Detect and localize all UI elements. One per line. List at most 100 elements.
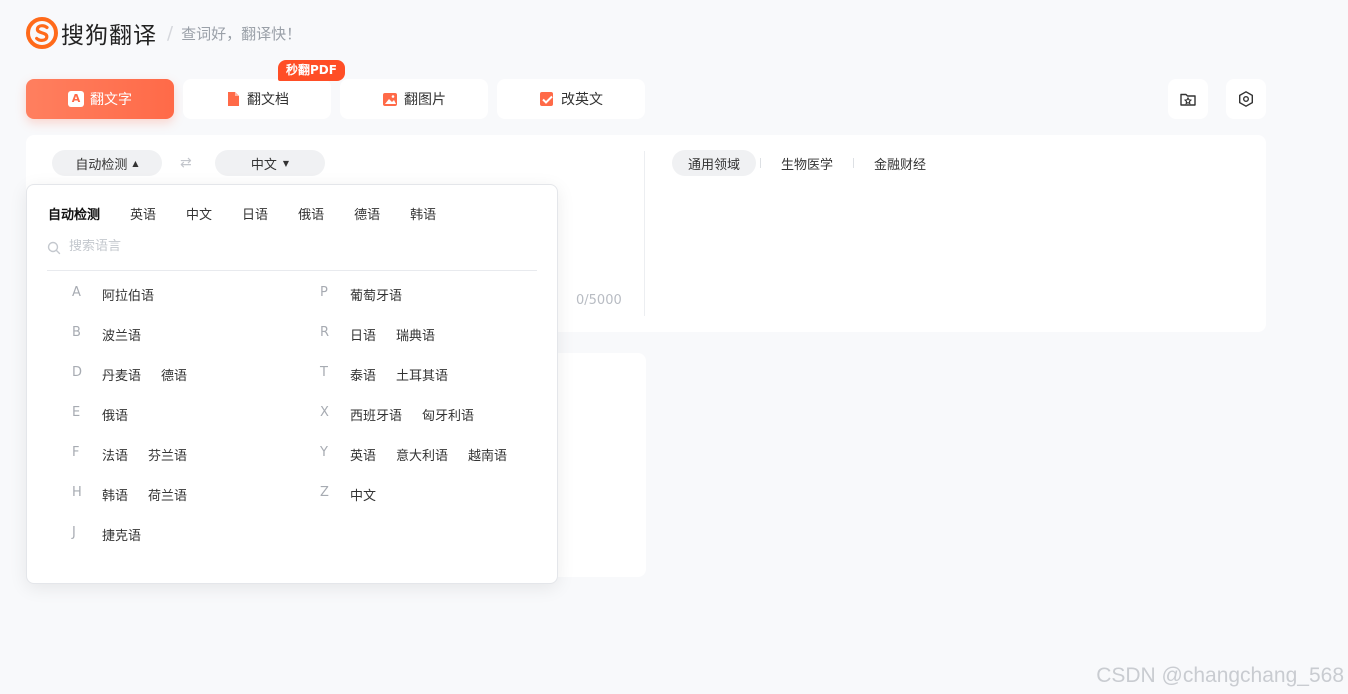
tab-label: 翻文字: [90, 92, 132, 108]
group-letter: P: [320, 285, 328, 300]
language-group-row: B 波兰语: [47, 325, 207, 365]
language-group-row: J 捷克语: [47, 525, 207, 565]
mode-tabs: A 翻文字 翻文档 翻图片 改英文: [26, 79, 645, 119]
language-option[interactable]: 匈牙利语: [422, 405, 474, 424]
language-option[interactable]: 葡萄牙语: [350, 285, 402, 304]
language-group-row: Y 英语 意大利语 越南语: [295, 445, 527, 485]
group-letter: H: [72, 485, 82, 500]
language-option[interactable]: 法语: [102, 445, 128, 464]
slogan: 查词好，翻译快！: [181, 24, 302, 43]
language-search-input[interactable]: [69, 239, 469, 254]
language-group-row: T 泰语 土耳其语: [295, 365, 527, 405]
image-icon: [383, 93, 397, 106]
language-option[interactable]: 阿拉伯语: [102, 285, 154, 304]
language-column-right: P 葡萄牙语 R 日语 瑞典语 T 泰语 土耳其语 X 西班牙语 匈牙利语 Y 英语 意大利语 越南语 Z 中文: [295, 285, 527, 525]
quick-lang-german[interactable]: 德语: [354, 204, 380, 223]
group-letter: D: [72, 365, 83, 380]
language-option[interactable]: 意大利语: [396, 445, 448, 464]
header-divider: /: [167, 22, 174, 44]
caret-down-icon: ▼: [282, 158, 290, 168]
language-option[interactable]: 日语: [350, 325, 376, 344]
edit-check-icon: [540, 92, 553, 106]
quick-lang-japanese[interactable]: 日语: [242, 204, 268, 223]
domain-selector: 通用领域 生物医学 金融财经: [672, 150, 942, 176]
group-letter: Y: [320, 445, 328, 460]
document-icon: [228, 92, 239, 106]
group-letter: A: [72, 285, 81, 300]
group-letter: F: [72, 445, 80, 460]
language-group-row: Z 中文: [295, 485, 527, 525]
group-letter: T: [320, 365, 328, 380]
language-dropdown: 自动检测 英语 中文 日语 俄语 德语 韩语 A 阿拉伯语 B 波兰语 D 丹麦语 德语 E 俄…: [26, 184, 558, 584]
tab-label: 翻文档: [247, 92, 289, 108]
language-option[interactable]: 荷兰语: [148, 485, 187, 504]
tab-label: 改英文: [561, 92, 603, 108]
language-group-row: R 日语 瑞典语: [295, 325, 527, 365]
tab-translate-text[interactable]: A 翻文字: [26, 79, 174, 119]
quick-lang-korean[interactable]: 韩语: [410, 204, 436, 223]
language-group-row: E 俄语: [47, 405, 207, 445]
tab-translate-document[interactable]: 翻文档: [183, 79, 331, 119]
panel-divider: [644, 151, 645, 316]
target-language-select[interactable]: 中文 ▼: [215, 150, 325, 176]
tab-translate-image[interactable]: 翻图片: [340, 79, 488, 119]
logo-text: 搜狗翻译: [61, 23, 157, 49]
gear-icon: [1239, 91, 1253, 107]
language-group-row: D 丹麦语 德语: [47, 365, 207, 405]
language-group-row: H 韩语 荷兰语: [47, 485, 207, 525]
quick-languages: 自动检测 英语 中文 日语 俄语 德语 韩语: [48, 204, 436, 223]
language-option[interactable]: 中文: [350, 485, 376, 504]
language-option[interactable]: 土耳其语: [396, 365, 448, 384]
domain-general[interactable]: 通用领域: [672, 150, 757, 176]
language-column-left: A 阿拉伯语 B 波兰语 D 丹麦语 德语 E 俄语 F 法语 芬兰语 H 韩语 荷兰语 J 捷克语: [47, 285, 207, 565]
search-icon: [47, 241, 61, 255]
target-language-label: 中文: [250, 157, 277, 173]
text-icon: A: [68, 91, 84, 107]
sogou-logo-icon: [26, 17, 58, 49]
quick-lang-english[interactable]: 英语: [130, 204, 156, 223]
group-letter: R: [320, 325, 330, 340]
domain-separator: [760, 158, 762, 168]
settings-button[interactable]: [1226, 79, 1266, 119]
language-option[interactable]: 波兰语: [102, 325, 141, 344]
pdf-badge[interactable]: 秒翻PDF: [278, 60, 345, 81]
language-group-row: X 西班牙语 匈牙利语: [295, 405, 527, 445]
language-group-row: P 葡萄牙语: [295, 285, 527, 325]
header: 搜狗翻译 / 查词好，翻译快！: [26, 16, 301, 50]
tab-edit-english[interactable]: 改英文: [497, 79, 645, 119]
tab-label: 翻图片: [404, 92, 446, 108]
quick-lang-chinese[interactable]: 中文: [186, 204, 212, 223]
caret-up-icon: ▲: [132, 158, 139, 168]
group-letter: B: [72, 325, 81, 340]
group-letter: J: [72, 525, 76, 540]
language-option[interactable]: 瑞典语: [396, 325, 435, 344]
quick-lang-auto[interactable]: 自动检测: [48, 204, 100, 223]
char-counter: 0/5000: [576, 293, 622, 308]
quick-lang-russian[interactable]: 俄语: [298, 204, 324, 223]
star-folder-icon: [1180, 93, 1196, 106]
language-option[interactable]: 西班牙语: [350, 405, 402, 424]
language-option[interactable]: 泰语: [350, 365, 376, 384]
swap-languages-icon[interactable]: ⇄: [180, 155, 192, 171]
source-language-label: 自动检测: [75, 157, 128, 173]
domain-separator: [853, 158, 855, 168]
watermark: CSDN @changchang_568: [1096, 664, 1344, 687]
language-option[interactable]: 俄语: [102, 405, 128, 424]
favorites-button[interactable]: [1168, 79, 1208, 119]
language-option[interactable]: 韩语: [102, 485, 128, 504]
language-option[interactable]: 芬兰语: [148, 445, 187, 464]
source-language-select[interactable]: 自动检测 ▲: [52, 150, 162, 176]
domain-finance[interactable]: 金融财经: [858, 150, 942, 176]
language-search: [47, 239, 537, 271]
language-group-row: A 阿拉伯语: [47, 285, 207, 325]
language-option[interactable]: 英语: [350, 445, 376, 464]
group-letter: E: [72, 405, 81, 420]
language-option[interactable]: 丹麦语: [102, 365, 141, 384]
logo[interactable]: 搜狗翻译: [26, 16, 157, 50]
group-letter: X: [320, 405, 329, 420]
language-option[interactable]: 越南语: [468, 445, 507, 464]
domain-biomedical[interactable]: 生物医学: [765, 150, 849, 176]
language-group-row: F 法语 芬兰语: [47, 445, 207, 485]
language-option[interactable]: 捷克语: [102, 525, 141, 544]
language-option[interactable]: 德语: [161, 365, 187, 384]
